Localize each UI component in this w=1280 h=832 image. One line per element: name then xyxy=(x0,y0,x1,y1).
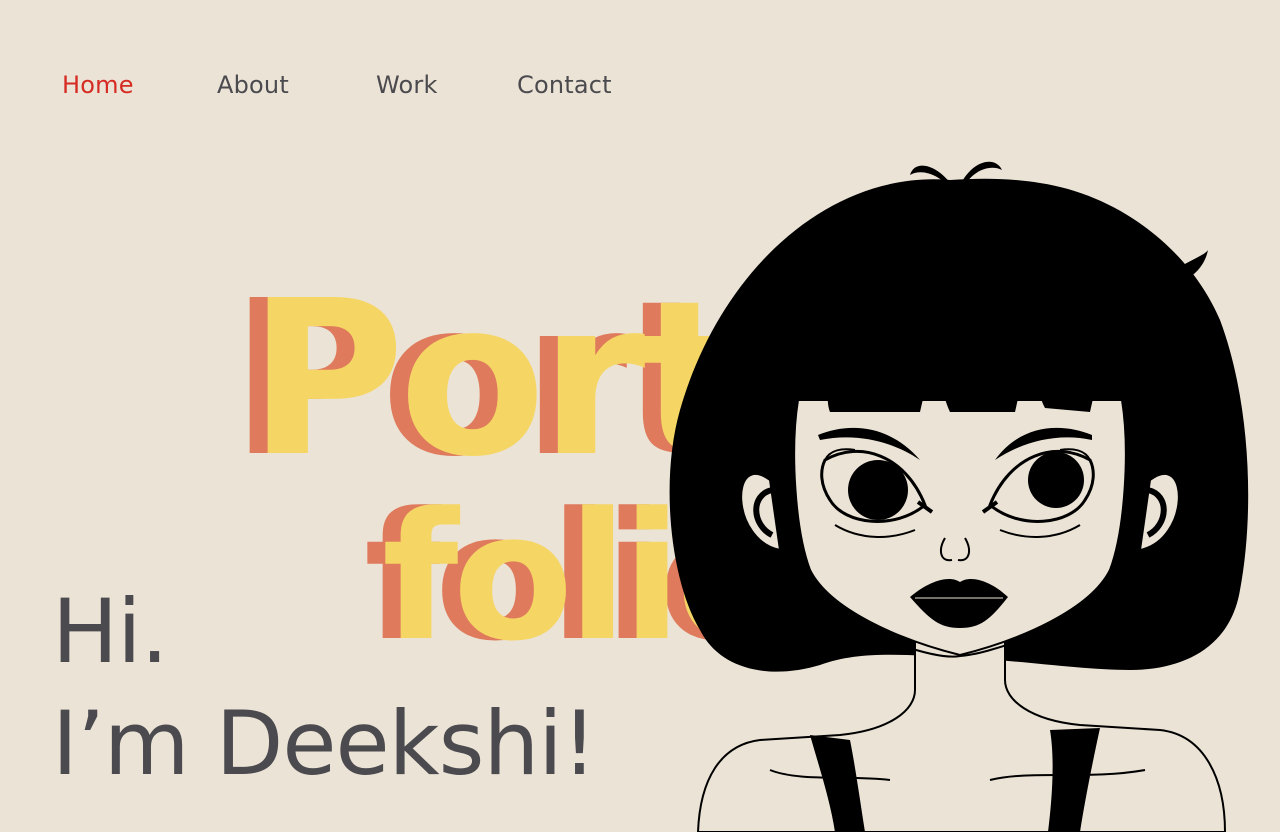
greeting-hi: Hi. xyxy=(52,580,169,683)
nav-contact-link[interactable]: Contact xyxy=(517,70,612,100)
main-nav: Home About Work Contact xyxy=(0,0,1280,140)
nav-about-link[interactable]: About xyxy=(217,70,289,100)
nav-work-link[interactable]: Work xyxy=(376,70,438,100)
girl-portrait-illustration xyxy=(669,161,1249,832)
greeting-name: I’m Deekshi! xyxy=(52,692,597,795)
nav-home-link[interactable]: Home xyxy=(62,70,134,100)
